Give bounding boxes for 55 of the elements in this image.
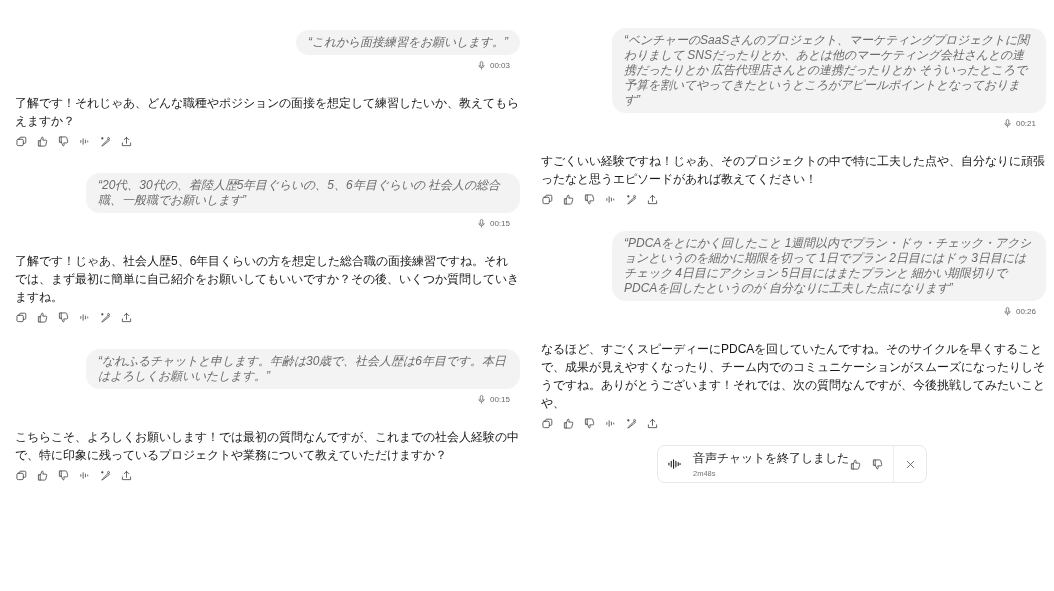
- user-message: “これから面接練習をお願いします。”: [296, 30, 520, 55]
- copy-button[interactable]: [15, 469, 27, 481]
- thumbs-down-button[interactable]: [57, 311, 69, 323]
- copy-button[interactable]: [15, 311, 27, 323]
- edit-button[interactable]: [99, 311, 111, 323]
- thumbs-up-button[interactable]: [36, 135, 48, 147]
- copy-button[interactable]: [541, 193, 553, 205]
- assistant-message: すごくいい経験ですね！じゃあ、そのプロジェクトの中で特に工夫した点や、自分なりに頑張ったなと思うエピソードがあれば教えてください！: [541, 153, 1046, 188]
- message-duration: 00:21: [1015, 119, 1036, 128]
- assistant-message: なるほど、すごくスピーディーにPDCAを回していたんですね。そのサイクルを早くすることで、成果が見えやすくなったり、チーム内でのコミュニケーションがスムーズになったりしそうですね。ありがとうございます！それでは、次の質問なんですが、今後挑戦してみたいことや、: [541, 341, 1046, 412]
- edit-button[interactable]: [625, 417, 637, 429]
- message-duration: 00:03: [489, 61, 510, 70]
- copy-button[interactable]: [541, 417, 553, 429]
- user-message: “ベンチャーのSaaSさんのプロジェクト、マーケティングプロジェクトに関わりまして SNSだったりとか、あとは他のマーケティング会社さんとの連携だったりとか 広告代理店さんとの連携だったりとか そういったところで予算を割いてやってきたというところがアピールポイントとなっております”: [612, 28, 1046, 113]
- thumbs-up-button[interactable]: [36, 311, 48, 323]
- share-button[interactable]: [120, 311, 132, 323]
- read-aloud-button[interactable]: [78, 469, 90, 481]
- read-aloud-button[interactable]: [78, 311, 90, 323]
- read-aloud-button[interactable]: [604, 193, 616, 205]
- thumbs-down-button[interactable]: [583, 193, 595, 205]
- share-button[interactable]: [646, 193, 658, 205]
- microphone-icon: [1003, 119, 1011, 128]
- thumbs-up-button[interactable]: [562, 417, 574, 429]
- edit-button[interactable]: [99, 135, 111, 147]
- thumbs-down-button[interactable]: [871, 458, 883, 470]
- close-button[interactable]: [904, 458, 916, 470]
- thumbs-down-button[interactable]: [57, 135, 69, 147]
- thumbs-down-button[interactable]: [57, 469, 69, 481]
- share-button[interactable]: [120, 135, 132, 147]
- copy-button[interactable]: [15, 135, 27, 147]
- user-message: “20代、30代の、着陸人歴5年目ぐらいの、5、6年目ぐらいの 社会人の総合職、一般職でお願いします”: [86, 173, 520, 213]
- message-duration: 00:15: [489, 395, 510, 404]
- microphone-icon: [477, 61, 485, 70]
- read-aloud-button[interactable]: [604, 417, 616, 429]
- message-duration: 00:26: [1015, 307, 1036, 316]
- microphone-icon: [477, 219, 485, 228]
- card-title: 音声チャットを終了しました: [693, 450, 849, 467]
- microphone-icon: [477, 395, 485, 404]
- thumbs-up-button[interactable]: [849, 458, 861, 470]
- microphone-icon: [1003, 307, 1011, 316]
- edit-button[interactable]: [99, 469, 111, 481]
- assistant-message: 了解です！それじゃあ、どんな職種やポジションの面接を想定して練習したいか、教えてもらえますか？: [15, 95, 520, 130]
- read-aloud-button[interactable]: [78, 135, 90, 147]
- assistant-message: こちらこそ、よろしくお願いします！では最初の質問なんですが、これまでの社会人経験の中で、特に印象に残っているプロジェクトや業務について教えていただけますか？: [15, 429, 520, 464]
- thumbs-up-button[interactable]: [562, 193, 574, 205]
- share-button[interactable]: [120, 469, 132, 481]
- user-message: “なれふるチャットと申します。年齢は30歳で、社会人歴は6年目です。本日はよろしくお願いいたします。”: [86, 349, 520, 389]
- assistant-message: 了解です！じゃあ、社会人歴5、6年目くらいの方を想定した総合職の面接練習ですね。それでは、まず最初に簡単に自己紹介をお願いしてもいいですか？その後、いくつか質問していきますね。: [15, 253, 520, 306]
- waveform-icon: [668, 459, 681, 469]
- edit-button[interactable]: [625, 193, 637, 205]
- thumbs-down-button[interactable]: [583, 417, 595, 429]
- user-message: “PDCAをとにかく回したこと 1週間以内でプラン・ドゥ・チェック・アクションというのを細かに期限を切って 1日でプラン 2日目にはドゥ 3日目にはチェック 4日目にアクション 5日目にはまたプランと 細かい期限切りでPDCAを回したというのが 自分なりに工夫した点になります”: [612, 231, 1046, 301]
- thumbs-up-button[interactable]: [36, 469, 48, 481]
- share-button[interactable]: [646, 417, 658, 429]
- message-duration: 00:15: [489, 219, 510, 228]
